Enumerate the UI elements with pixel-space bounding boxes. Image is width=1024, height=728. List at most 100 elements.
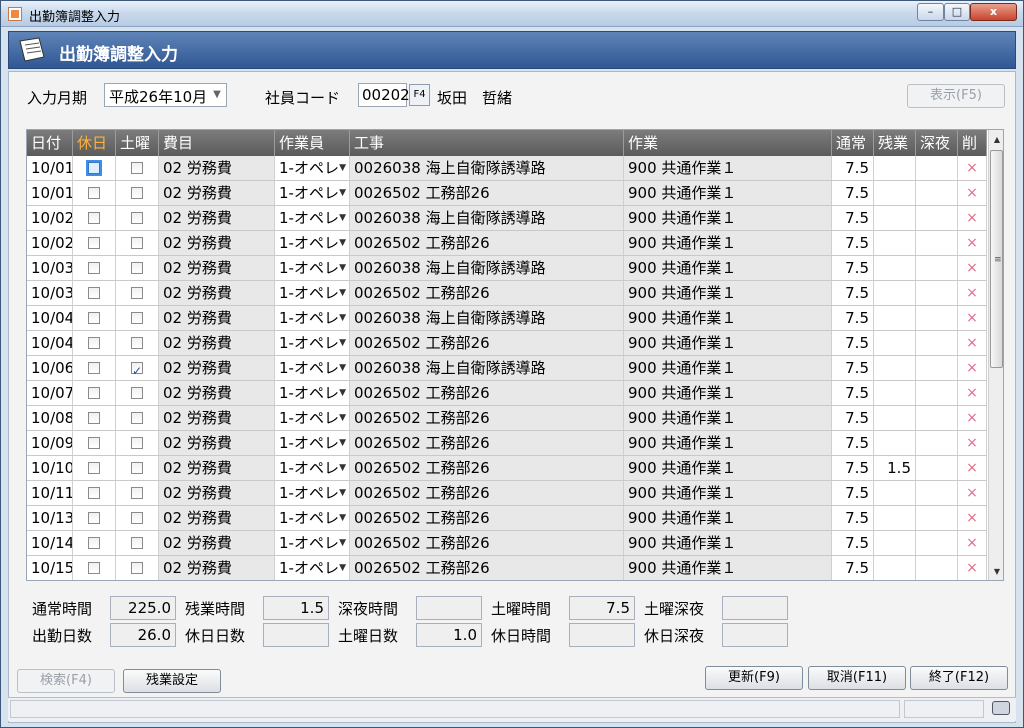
delete-row-icon[interactable]: ×	[958, 331, 987, 355]
saturday-checkbox[interactable]	[131, 412, 143, 424]
cell-task[interactable]: 900 共通作業１	[624, 431, 832, 455]
cell-overtime[interactable]	[874, 481, 916, 505]
table-row[interactable]: 10/03 02 労務費 1-オペレ ▼ 0026038 海上自衛隊誘導路 900 共通作…	[27, 256, 987, 281]
holiday-checkbox[interactable]	[88, 462, 100, 474]
column-header-night[interactable]: 深夜	[916, 130, 958, 156]
cell-overtime[interactable]	[874, 181, 916, 205]
delete-row-icon[interactable]: ×	[958, 406, 987, 430]
table-row[interactable]: 10/15 02 労務費 1-オペレ ▼ 0026502 工務部26 900 共通作業１ 7…	[27, 556, 987, 580]
cell-task[interactable]: 900 共通作業１	[624, 556, 832, 580]
delete-row-icon[interactable]: ×	[958, 481, 987, 505]
chevron-down-icon[interactable]: ▼	[339, 156, 346, 180]
chevron-down-icon[interactable]: ▼	[339, 331, 346, 355]
holiday-checkbox[interactable]	[88, 437, 100, 449]
cell-worker[interactable]: 1-オペレ ▼	[275, 281, 350, 305]
cell-normal[interactable]: 7.5	[832, 356, 874, 380]
saturday-checkbox[interactable]	[131, 462, 143, 474]
cell-expense[interactable]: 02 労務費	[159, 506, 275, 530]
holiday-checkbox[interactable]	[88, 337, 100, 349]
table-row[interactable]: 10/09 02 労務費 1-オペレ ▼ 0026502 工務部26 900 共通作業１ 7…	[27, 431, 987, 456]
holiday-checkbox[interactable]	[88, 362, 100, 374]
cell-overtime[interactable]	[874, 256, 916, 280]
cell-worker[interactable]: 1-オペレ ▼	[275, 306, 350, 330]
cancel-button[interactable]: 取消(F11)	[808, 666, 906, 690]
cell-project[interactable]: 0026502 工務部26	[350, 506, 624, 530]
cell-night[interactable]	[916, 306, 958, 330]
cell-task[interactable]: 900 共通作業１	[624, 156, 832, 180]
table-row[interactable]: 10/11 02 労務費 1-オペレ ▼ 0026502 工務部26 900 共通作業１ 7…	[27, 481, 987, 506]
cell-task[interactable]: 900 共通作業１	[624, 206, 832, 230]
chevron-down-icon[interactable]: ▼	[339, 181, 346, 205]
chevron-down-icon[interactable]: ▼	[339, 356, 346, 380]
cell-night[interactable]	[916, 231, 958, 255]
saturday-checkbox[interactable]	[131, 437, 143, 449]
saturday-checkbox[interactable]	[131, 337, 143, 349]
scroll-thumb[interactable]: ≡	[990, 150, 1003, 368]
cell-project[interactable]: 0026502 工務部26	[350, 231, 624, 255]
cell-normal[interactable]: 7.5	[832, 256, 874, 280]
saturday-checkbox[interactable]	[131, 187, 143, 199]
chevron-down-icon[interactable]: ▼	[339, 531, 346, 555]
cell-worker[interactable]: 1-オペレ ▼	[275, 456, 350, 480]
cell-project[interactable]: 0026038 海上自衛隊誘導路	[350, 156, 624, 180]
cell-normal[interactable]: 7.5	[832, 531, 874, 555]
delete-row-icon[interactable]: ×	[958, 506, 987, 530]
cell-task[interactable]: 900 共通作業１	[624, 381, 832, 405]
cell-project[interactable]: 0026502 工務部26	[350, 456, 624, 480]
cell-night[interactable]	[916, 481, 958, 505]
delete-row-icon[interactable]: ×	[958, 281, 987, 305]
column-header-worker[interactable]: 作業員	[275, 130, 350, 156]
cell-worker[interactable]: 1-オペレ ▼	[275, 406, 350, 430]
close-button[interactable]: x	[970, 3, 1017, 21]
cell-task[interactable]: 900 共通作業１	[624, 331, 832, 355]
cell-project[interactable]: 0026502 工務部26	[350, 406, 624, 430]
cell-expense[interactable]: 02 労務費	[159, 356, 275, 380]
chevron-down-icon[interactable]: ▼	[339, 381, 346, 405]
holiday-checkbox[interactable]	[88, 487, 100, 499]
cell-overtime[interactable]	[874, 431, 916, 455]
cell-overtime[interactable]	[874, 531, 916, 555]
table-row[interactable]: 10/02 02 労務費 1-オペレ ▼ 0026502 工務部26 900 共通作業１ 7…	[27, 231, 987, 256]
delete-row-icon[interactable]: ×	[958, 456, 987, 480]
cell-task[interactable]: 900 共通作業１	[624, 256, 832, 280]
maximize-button[interactable]: □	[944, 3, 970, 21]
cell-worker[interactable]: 1-オペレ ▼	[275, 181, 350, 205]
cell-expense[interactable]: 02 労務費	[159, 531, 275, 555]
employee-lookup-button[interactable]: F4	[409, 84, 430, 106]
holiday-checkbox[interactable]	[88, 562, 100, 574]
cell-overtime[interactable]	[874, 231, 916, 255]
chevron-down-icon[interactable]: ▼	[339, 231, 346, 255]
saturday-checkbox[interactable]	[131, 487, 143, 499]
cell-project[interactable]: 0026038 海上自衛隊誘導路	[350, 206, 624, 230]
saturday-checkbox[interactable]	[131, 312, 143, 324]
table-row[interactable]: 10/13 02 労務費 1-オペレ ▼ 0026502 工務部26 900 共通作業１ 7…	[27, 506, 987, 531]
cell-project[interactable]: 0026038 海上自衛隊誘導路	[350, 256, 624, 280]
chevron-down-icon[interactable]: ▼	[339, 456, 346, 480]
delete-row-icon[interactable]: ×	[958, 356, 987, 380]
cell-night[interactable]	[916, 406, 958, 430]
cell-worker[interactable]: 1-オペレ ▼	[275, 556, 350, 580]
table-row[interactable]: 10/02 02 労務費 1-オペレ ▼ 0026038 海上自衛隊誘導路 900 共通作…	[27, 206, 987, 231]
saturday-checkbox[interactable]	[131, 162, 143, 174]
cell-night[interactable]	[916, 156, 958, 180]
saturday-checkbox[interactable]	[131, 359, 143, 380]
table-row[interactable]: 10/04 02 労務費 1-オペレ ▼ 0026038 海上自衛隊誘導路 900 共通作…	[27, 306, 987, 331]
holiday-checkbox[interactable]	[88, 287, 100, 299]
cell-project[interactable]: 0026502 工務部26	[350, 531, 624, 555]
delete-row-icon[interactable]: ×	[958, 306, 987, 330]
minimize-button[interactable]: –	[917, 3, 944, 21]
holiday-checkbox[interactable]	[88, 312, 100, 324]
cell-night[interactable]	[916, 181, 958, 205]
saturday-checkbox[interactable]	[131, 287, 143, 299]
cell-task[interactable]: 900 共通作業１	[624, 306, 832, 330]
cell-task[interactable]: 900 共通作業１	[624, 181, 832, 205]
column-header-saturday[interactable]: 土曜	[116, 130, 159, 156]
cell-overtime[interactable]	[874, 331, 916, 355]
saturday-checkbox[interactable]	[131, 387, 143, 399]
cell-worker[interactable]: 1-オペレ ▼	[275, 506, 350, 530]
cell-worker[interactable]: 1-オペレ ▼	[275, 531, 350, 555]
saturday-checkbox[interactable]	[131, 512, 143, 524]
holiday-checkbox[interactable]	[88, 537, 100, 549]
exit-button[interactable]: 終了(F12)	[910, 666, 1008, 690]
cell-worker[interactable]: 1-オペレ ▼	[275, 256, 350, 280]
